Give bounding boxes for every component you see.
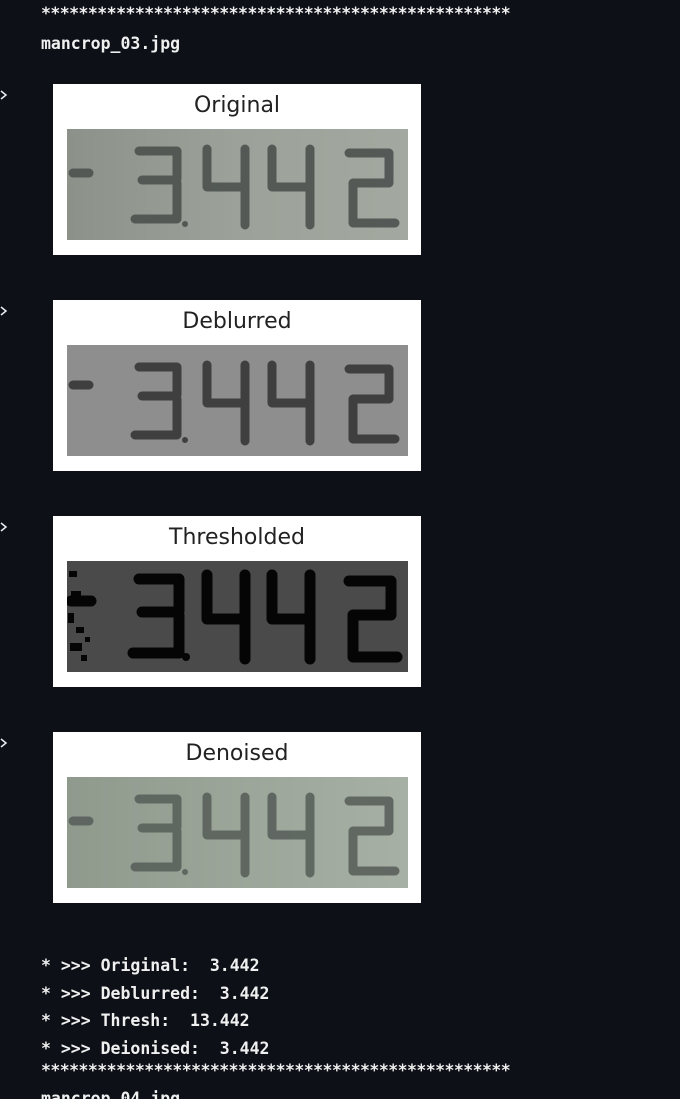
figure-title: Thresholded bbox=[169, 525, 305, 550]
figure-thresholded: Thresholded bbox=[53, 516, 421, 687]
lcd-image-original bbox=[67, 129, 408, 240]
figure-denoised: Denoised bbox=[53, 732, 421, 903]
lcd-image-deblurred bbox=[67, 345, 408, 456]
output-chevron-icon bbox=[0, 306, 8, 316]
lcd-image-denoised bbox=[67, 777, 408, 888]
output-chevron-icon bbox=[0, 738, 8, 748]
figure-title: Original bbox=[193, 93, 281, 118]
next-filename-label: mancrop_04.jpg bbox=[41, 1089, 181, 1099]
lcd-digits-image bbox=[67, 777, 408, 888]
output-chevron-icon bbox=[0, 90, 8, 100]
separator-line-bottom: ****************************************… bbox=[41, 1061, 511, 1080]
figure-title: Denoised bbox=[185, 741, 289, 766]
result-thresh: * >>> Thresh: 13.442 bbox=[41, 1011, 250, 1030]
result-deionised: * >>> Deionised: 3.442 bbox=[41, 1038, 270, 1058]
result-deblurred: * >>> Deblurred: 3.442 bbox=[41, 983, 270, 1003]
lcd-image-thresholded bbox=[67, 561, 408, 672]
figure-original: Original bbox=[53, 84, 421, 255]
output-chevron-icon bbox=[0, 522, 8, 532]
lcd-digits-image bbox=[67, 345, 408, 456]
figure-title: Deblurred bbox=[182, 309, 292, 334]
figure-deblurred: Deblurred bbox=[53, 300, 421, 471]
lcd-digits-image bbox=[67, 129, 408, 240]
result-original: * >>> Original: 3.442 bbox=[41, 956, 260, 975]
lcd-digits-image bbox=[67, 561, 408, 672]
ocr-results: * >>> Original: 3.442 * >>> Deblurred: 3… bbox=[41, 952, 269, 1062]
filename-label: mancrop_03.jpg bbox=[41, 34, 181, 53]
separator-line-top: ****************************************… bbox=[41, 4, 511, 23]
